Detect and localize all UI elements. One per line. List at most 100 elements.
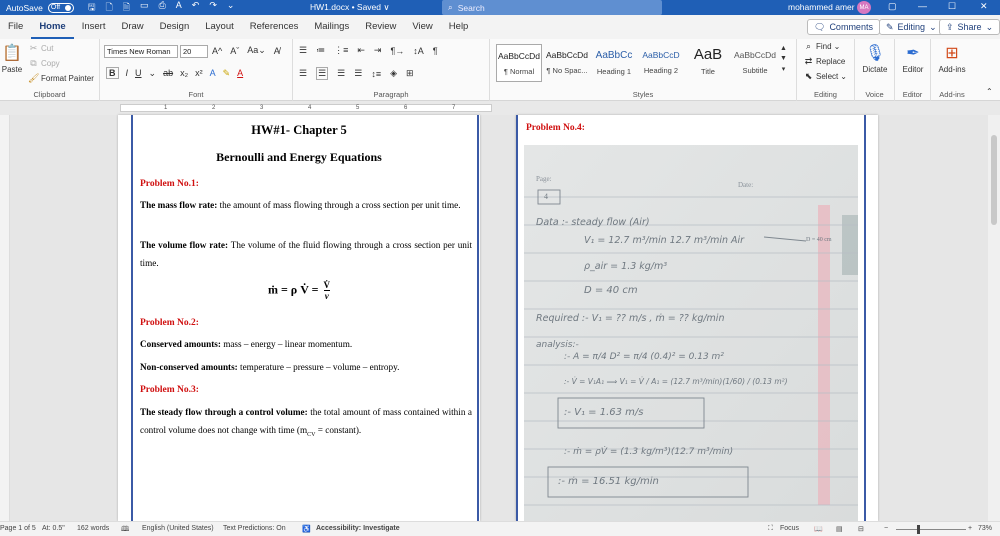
- justify-icon[interactable]: ☰: [354, 68, 362, 79]
- styles-scroll[interactable]: ▲ ▼ ▾: [780, 45, 787, 73]
- grow-font-icon[interactable]: A^: [212, 46, 222, 56]
- tab-review[interactable]: Review: [357, 15, 404, 39]
- font-size-select[interactable]: 20: [180, 45, 208, 58]
- change-case-icon[interactable]: Aa⌄: [247, 45, 266, 56]
- user-name[interactable]: mohammed amer: [788, 2, 855, 12]
- style-normal[interactable]: AaBbCcDd ¶ Normal: [496, 44, 542, 82]
- tab-draw[interactable]: Draw: [113, 15, 151, 39]
- editing-mode-button[interactable]: ✎ Editing ⌄: [879, 19, 944, 35]
- comments-button[interactable]: 🗨 Comments: [807, 19, 880, 35]
- highlight-icon[interactable]: ✎: [223, 68, 231, 79]
- style-title[interactable]: AaB Title: [685, 44, 731, 82]
- web-layout-icon[interactable]: ⊟: [858, 525, 864, 533]
- dictate-button[interactable]: 🎙 Dictate: [857, 43, 893, 74]
- redo-icon[interactable]: ↷: [209, 0, 217, 16]
- share-button[interactable]: ⇪ Share ⌄: [939, 19, 1000, 35]
- maximize-icon[interactable]: ☐: [948, 1, 956, 12]
- language[interactable]: English (United States): [142, 525, 214, 532]
- accessibility-status[interactable]: Accessibility: Investigate: [316, 525, 400, 532]
- zoom-out-icon[interactable]: −: [884, 525, 888, 532]
- tab-design[interactable]: Design: [152, 15, 198, 39]
- chevron-up-icon[interactable]: ▲: [780, 45, 787, 52]
- word-count[interactable]: 162 words: [77, 525, 109, 532]
- tab-mailings[interactable]: Mailings: [306, 15, 357, 39]
- strikethrough-icon[interactable]: ab: [163, 68, 173, 78]
- search-box[interactable]: ⌕ Search: [442, 0, 662, 15]
- copy-button[interactable]: ⧉ Copy: [28, 58, 59, 69]
- font-color-icon[interactable]: A: [237, 68, 243, 78]
- select-button[interactable]: ⬉ Select ⌄: [803, 71, 847, 82]
- tab-references[interactable]: References: [242, 15, 307, 39]
- decrease-indent-icon[interactable]: ⇤: [357, 45, 365, 56]
- style-subtitle[interactable]: AaBbCcDd Subtitle: [732, 44, 778, 82]
- ribbon-display-icon[interactable]: ▢: [888, 1, 897, 12]
- handwritten-solution-image[interactable]: Page: Date: 4 D = 40 cm Data :- steady f…: [524, 145, 858, 521]
- vertical-ruler[interactable]: [0, 115, 10, 521]
- shading-icon[interactable]: ◈: [390, 68, 397, 79]
- file-icon[interactable]: 🗋: [106, 0, 113, 16]
- find-button[interactable]: ⌕ Find ⌄: [803, 41, 840, 52]
- bold-icon[interactable]: B: [106, 67, 119, 79]
- subscript-icon[interactable]: x₂: [180, 68, 188, 78]
- page-2[interactable]: Problem No.4: Page: Date: 4 D = 40 cm Da…: [516, 115, 878, 521]
- style-no-spacing[interactable]: AaBbCcDd ¶ No Spac...: [544, 44, 590, 82]
- text-direction-icon[interactable]: ¶→: [390, 46, 404, 56]
- focus-button[interactable]: Focus: [780, 525, 799, 532]
- replace-button[interactable]: ⇄ Replace: [803, 56, 846, 67]
- zoom-level[interactable]: 73%: [978, 525, 992, 532]
- text-predictions[interactable]: Text Predictions: On: [223, 525, 286, 532]
- cut-button[interactable]: ✂ Cut: [28, 43, 54, 54]
- paste-button[interactable]: 📋 Paste: [0, 43, 24, 74]
- italic-icon[interactable]: I: [126, 68, 129, 78]
- tab-view[interactable]: View: [404, 15, 440, 39]
- tab-layout[interactable]: Layout: [197, 15, 242, 39]
- page-1[interactable]: HW#1- Chapter 5 Bernoulli and Energy Equ…: [118, 115, 480, 521]
- numbering-icon[interactable]: ≔: [316, 45, 325, 56]
- read-mode-icon[interactable]: 📖: [814, 525, 823, 533]
- format-painter-button[interactable]: 🖌 Format Painter: [28, 73, 94, 84]
- sort-icon[interactable]: ↕A: [413, 46, 424, 56]
- superscript-icon[interactable]: x²: [195, 68, 203, 78]
- close-icon[interactable]: ✕: [980, 1, 988, 12]
- print-preview-icon[interactable]: 🗎: [123, 0, 130, 16]
- line-spacing-icon[interactable]: ↕≡: [371, 69, 381, 79]
- zoom-in-icon[interactable]: +: [968, 525, 972, 532]
- tab-insert[interactable]: Insert: [74, 15, 114, 39]
- print-layout-icon[interactable]: ▤: [836, 525, 843, 533]
- page-count[interactable]: Page 1 of 5: [0, 525, 36, 532]
- text-effects-icon[interactable]: A: [210, 68, 216, 78]
- proofing-icon[interactable]: 🕮: [121, 525, 129, 536]
- autosave-toggle[interactable]: Off: [47, 2, 74, 13]
- scrollbar-thumb[interactable]: [991, 135, 997, 225]
- bullets-icon[interactable]: ☰: [299, 45, 307, 56]
- document-area[interactable]: HW#1- Chapter 5 Bernoulli and Energy Equ…: [0, 115, 1000, 521]
- minimize-icon[interactable]: —: [918, 1, 927, 11]
- undo-icon[interactable]: ↶: [192, 0, 200, 16]
- tab-home[interactable]: Home: [31, 15, 74, 39]
- shrink-font-icon[interactable]: Aˇ: [230, 46, 239, 56]
- chevron-down-icon[interactable]: ⌄: [149, 68, 157, 79]
- align-center-icon[interactable]: ☰: [316, 67, 329, 80]
- show-marks-icon[interactable]: ¶: [433, 46, 438, 56]
- increase-indent-icon[interactable]: ⇥: [374, 45, 382, 56]
- borders-icon[interactable]: ⊞: [406, 68, 414, 79]
- align-right-icon[interactable]: ☰: [337, 68, 345, 79]
- customize-icon[interactable]: ⌄: [227, 0, 235, 16]
- zoom-slider[interactable]: [896, 529, 966, 530]
- spelling-icon[interactable]: A: [176, 0, 182, 16]
- font-name-select[interactable]: Times New Roman: [104, 45, 178, 58]
- editor-button[interactable]: ✒ Editor: [895, 43, 931, 74]
- print-icon[interactable]: ⎙: [159, 0, 166, 16]
- tab-help[interactable]: Help: [441, 15, 477, 39]
- chevron-down-icon[interactable]: ▼: [780, 55, 787, 62]
- style-heading-2[interactable]: AaBbCcD Heading 2: [638, 44, 684, 82]
- multilevel-list-icon[interactable]: ⋮≡: [334, 45, 348, 56]
- avatar[interactable]: MA: [857, 1, 871, 14]
- clear-format-icon[interactable]: A̸: [274, 46, 280, 56]
- page-icon[interactable]: ▭: [140, 0, 149, 16]
- vertical-scrollbar[interactable]: [988, 115, 1000, 521]
- addins-button[interactable]: ⊞ Add-ins: [934, 43, 970, 74]
- collapse-ribbon-icon[interactable]: ⌃: [986, 87, 993, 96]
- tab-file[interactable]: File: [0, 15, 31, 39]
- document-name[interactable]: HW1.docx • Saved ∨: [310, 2, 390, 13]
